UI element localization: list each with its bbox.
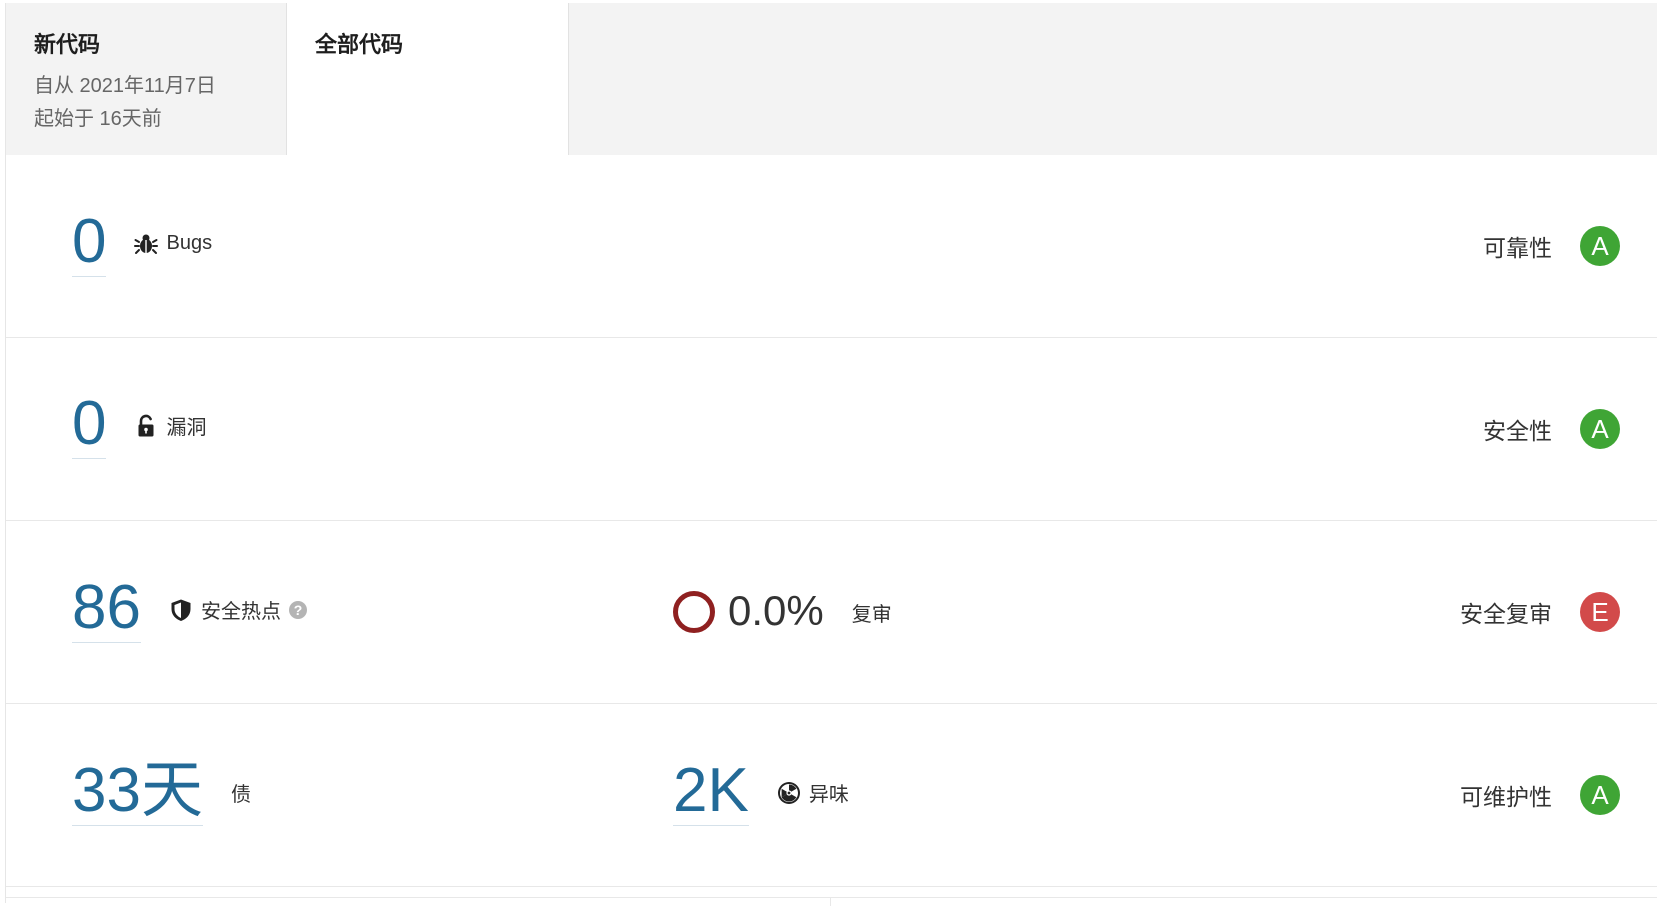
row-security-review: 86 安全热点 ? 0.0% 复审 安全复审 E bbox=[6, 521, 1657, 704]
code-smells-count[interactable]: 2K bbox=[673, 759, 749, 826]
help-icon[interactable]: ? bbox=[288, 600, 307, 619]
tab-all-code-title: 全部代码 bbox=[315, 32, 404, 57]
reliability-rating-badge[interactable]: A bbox=[1580, 226, 1620, 266]
vulnerabilities-label: 漏洞 bbox=[166, 417, 207, 439]
code-smells-label: 异味 bbox=[808, 784, 849, 806]
technical-debt-label: 债 bbox=[230, 784, 251, 806]
hotspots-reviewed-percent[interactable]: 0.0% bbox=[728, 587, 824, 637]
row-maintainability: 33天 债 2K 异味 可维护性 A bbox=[6, 704, 1657, 887]
security-rating-label: 安全性 bbox=[1483, 418, 1552, 444]
project-measures-panel: 新代码 自从 2021年11月7日 起始于 16天前 全部代码 0 Bugs 可… bbox=[5, 3, 1657, 906]
hotspots-label: 安全热点 bbox=[200, 601, 281, 623]
row-security: 0 漏洞 安全性 A bbox=[6, 338, 1657, 521]
reliability-rating-label: 可靠性 bbox=[1483, 235, 1552, 261]
tab-new-code-started: 起始于 16天前 bbox=[34, 108, 162, 130]
tab-all-code[interactable]: 全部代码 bbox=[287, 3, 569, 161]
shield-icon bbox=[169, 598, 193, 622]
bug-icon bbox=[134, 232, 159, 256]
next-row-divider bbox=[830, 897, 831, 906]
security-review-rating-label: 安全复审 bbox=[1460, 601, 1552, 627]
row-reliability: 0 Bugs 可靠性 A bbox=[6, 155, 1657, 338]
bugs-label: Bugs bbox=[166, 232, 213, 254]
security-rating-badge[interactable]: A bbox=[1580, 409, 1620, 449]
radiation-icon bbox=[777, 781, 801, 805]
bugs-count[interactable]: 0 bbox=[72, 210, 107, 277]
maintainability-rating-badge[interactable]: A bbox=[1580, 775, 1620, 815]
unlocked-icon bbox=[134, 414, 158, 438]
technical-debt-value[interactable]: 33天 bbox=[72, 759, 203, 826]
maintainability-rating-label: 可维护性 bbox=[1460, 784, 1552, 810]
next-row-edge bbox=[6, 897, 1657, 903]
period-tabs: 新代码 自从 2021年11月7日 起始于 16天前 全部代码 bbox=[6, 3, 1657, 161]
vulnerabilities-count[interactable]: 0 bbox=[72, 392, 107, 459]
review-label: 复审 bbox=[851, 603, 892, 626]
review-progress-ring bbox=[673, 591, 715, 633]
hotspots-count[interactable]: 86 bbox=[72, 576, 141, 643]
security-review-rating-badge[interactable]: E bbox=[1580, 592, 1620, 632]
tab-new-code-title: 新代码 bbox=[34, 32, 101, 57]
tab-new-code-since: 自从 2021年11月7日 bbox=[34, 75, 216, 97]
tab-new-code[interactable]: 新代码 自从 2021年11月7日 起始于 16天前 bbox=[6, 3, 287, 160]
